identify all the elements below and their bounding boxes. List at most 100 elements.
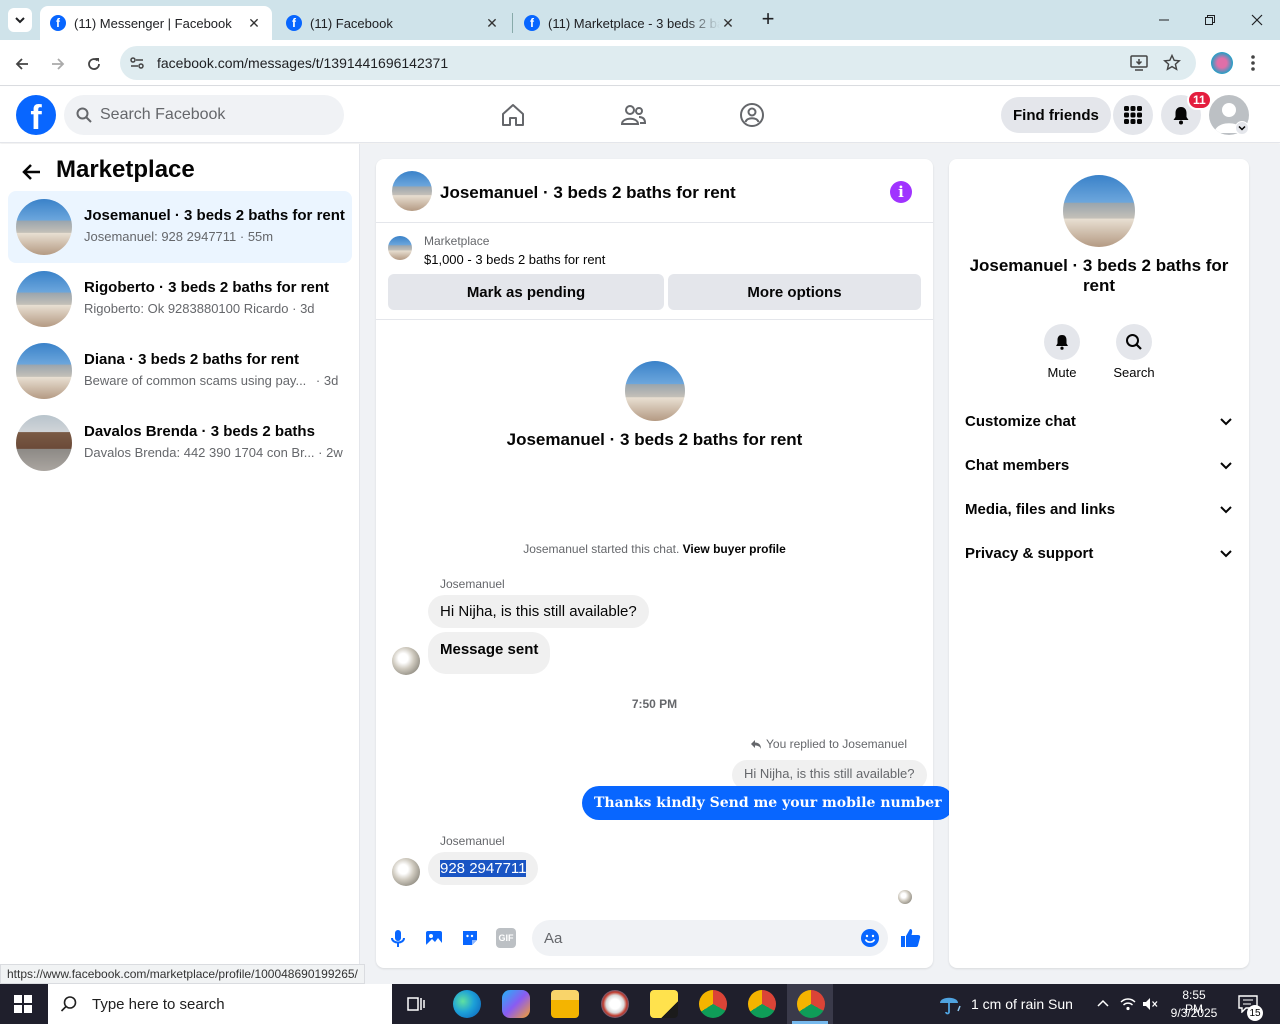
close-tab-icon[interactable]: ✕	[246, 15, 262, 32]
mute-button[interactable]	[1044, 324, 1080, 360]
notification-badge: 11	[1187, 90, 1212, 110]
site-settings-icon[interactable]	[128, 54, 146, 72]
gif-icon[interactable]: GIF	[496, 928, 516, 948]
tab-search-button[interactable]	[8, 8, 32, 32]
tab-messenger[interactable]: f (11) Messenger | Facebook ✕	[40, 6, 272, 40]
task-view-icon[interactable]	[406, 994, 426, 1014]
groups-icon[interactable]	[736, 99, 768, 131]
back-arrow-icon[interactable]	[20, 160, 44, 184]
profile-icon[interactable]	[1211, 52, 1233, 74]
search-button[interactable]	[1116, 324, 1152, 360]
incoming-message[interactable]: Hi Nijha, is this still available?	[428, 595, 649, 628]
friends-icon[interactable]	[617, 99, 649, 131]
chevron-down-icon	[1220, 550, 1232, 558]
photo-icon[interactable]	[424, 928, 444, 948]
copilot-icon[interactable]	[502, 990, 530, 1018]
conversation-item[interactable]: Diana · 3 beds 2 baths for rent Beware o…	[8, 335, 352, 407]
weather-icon[interactable]	[938, 992, 964, 1016]
chrome-icon[interactable]	[797, 990, 825, 1018]
listing-thumbnail	[16, 199, 72, 255]
clock-date[interactable]: 9/3/2025	[1166, 1006, 1222, 1020]
view-buyer-profile-link[interactable]: View buyer profile	[683, 542, 786, 556]
chat-header-avatar[interactable]	[392, 171, 432, 211]
back-icon[interactable]	[8, 50, 36, 78]
outgoing-message[interactable]: Thanks kindly Send me your mobile number	[582, 786, 954, 820]
reload-icon[interactable]	[80, 50, 108, 78]
sender-avatar[interactable]	[392, 647, 420, 675]
home-icon[interactable]	[497, 99, 529, 131]
search-icon	[60, 996, 77, 1012]
chat-title[interactable]: Josemanuel · 3 beds 2 baths for rent	[440, 183, 736, 203]
wifi-icon[interactable]	[1120, 996, 1136, 1012]
windows-start-icon[interactable]	[14, 995, 32, 1013]
conversation-item[interactable]: Davalos Brenda · 3 beds 2 baths Davalos …	[8, 407, 352, 479]
bookmark-star-icon[interactable]	[1163, 54, 1181, 72]
facebook-favicon-icon: f	[50, 15, 66, 31]
forward-icon[interactable]	[44, 50, 72, 78]
chevron-up-icon[interactable]	[1096, 997, 1110, 1011]
chevron-down-icon	[15, 17, 25, 24]
like-thumbs-up-icon[interactable]	[899, 926, 923, 950]
sender-name: Josemanuel	[440, 577, 505, 591]
chat-hero-avatar	[625, 361, 685, 421]
file-explorer-icon[interactable]	[551, 990, 579, 1018]
facebook-search-input[interactable]: Search Facebook	[64, 95, 344, 135]
info-icon[interactable]: i	[890, 181, 912, 203]
reply-icon	[751, 740, 761, 749]
sticker-icon[interactable]	[460, 928, 480, 948]
incoming-message[interactable]: Message sent	[428, 632, 551, 674]
conversation-item[interactable]: Rigoberto · 3 beds 2 baths for rent Rigo…	[8, 263, 352, 335]
chat-members-section[interactable]: Chat members	[965, 451, 1233, 479]
app-icon[interactable]	[601, 990, 629, 1018]
browser-menu-icon[interactable]	[1250, 54, 1256, 72]
mark-as-pending-button[interactable]: Mark as pending	[388, 274, 664, 310]
media-files-links-section[interactable]: Media, files and links	[965, 495, 1233, 523]
listing-price-title[interactable]: $1,000 - 3 beds 2 baths for rent	[424, 252, 605, 267]
volume-mute-icon[interactable]	[1142, 996, 1158, 1012]
restore-icon[interactable]	[1198, 8, 1222, 32]
tab-facebook[interactable]: f (11) Facebook ✕	[276, 6, 510, 40]
close-tab-icon[interactable]: ✕	[484, 15, 500, 32]
mute-label: Mute	[1047, 365, 1077, 380]
info-avatar	[1063, 175, 1135, 247]
taskbar-search-input[interactable]: Type here to search	[48, 984, 392, 1024]
menu-grid-icon[interactable]	[1113, 95, 1153, 135]
seen-avatar	[898, 890, 912, 904]
privacy-support-section[interactable]: Privacy & support	[965, 539, 1233, 567]
more-options-button[interactable]: More options	[668, 274, 921, 310]
message-input[interactable]: Aa	[532, 920, 888, 956]
customize-chat-section[interactable]: Customize chat	[965, 407, 1233, 435]
timestamp: 7:50 PM	[631, 697, 678, 711]
sticky-notes-icon[interactable]	[650, 990, 678, 1018]
close-window-icon[interactable]	[1245, 8, 1269, 32]
facebook-favicon-icon: f	[286, 15, 302, 31]
search-icon	[1126, 334, 1142, 350]
sender-avatar[interactable]	[392, 858, 420, 886]
tab-marketplace[interactable]: f (11) Marketplace - 3 beds 2 bat ✕	[514, 6, 746, 40]
tab-separator	[512, 13, 513, 33]
chrome-icon[interactable]	[699, 990, 727, 1018]
chevron-down-icon	[1220, 418, 1232, 426]
listing-thumbnail	[16, 343, 72, 399]
sender-name: Josemanuel	[440, 834, 505, 848]
minimize-icon[interactable]	[1152, 8, 1176, 32]
listing-small-thumbnail[interactable]	[388, 236, 412, 260]
selected-text: 928 2947711	[440, 860, 527, 877]
url-text: facebook.com/messages/t/1391441696142371	[157, 55, 449, 71]
conversation-item[interactable]: Josemanuel · 3 beds 2 baths for rent Jos…	[8, 191, 352, 263]
close-tab-icon[interactable]: ✕	[720, 15, 736, 32]
find-friends-button[interactable]: Find friends	[1001, 97, 1111, 133]
incoming-message[interactable]: 928 2947711	[428, 852, 539, 885]
page-scrollbar[interactable]	[1268, 144, 1280, 984]
new-tab-button[interactable]: +	[756, 8, 780, 32]
microphone-icon[interactable]	[388, 928, 408, 948]
emoji-icon[interactable]	[860, 928, 880, 948]
notification-count-badge: 15	[1247, 1005, 1263, 1021]
search-label: Search	[1113, 365, 1155, 380]
chrome-icon[interactable]	[748, 990, 776, 1018]
install-app-icon[interactable]	[1130, 54, 1148, 72]
facebook-logo-icon[interactable]: f	[16, 95, 56, 135]
edge-icon[interactable]	[453, 990, 481, 1018]
account-chevron-icon[interactable]	[1235, 121, 1249, 135]
weather-text[interactable]: 1 cm of rain Sun	[971, 996, 1073, 1012]
